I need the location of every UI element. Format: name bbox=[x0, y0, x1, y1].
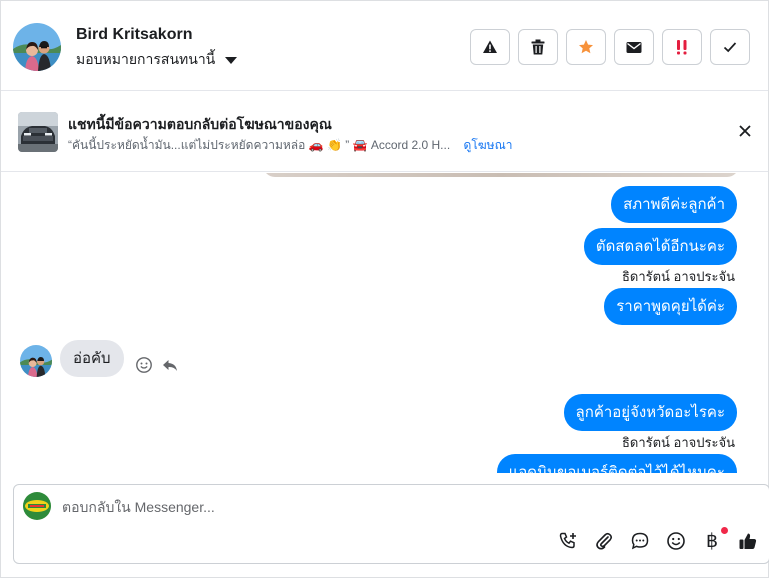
delete-button[interactable] bbox=[518, 29, 558, 65]
header-actions bbox=[470, 29, 750, 65]
outgoing-message[interactable]: สภาพดีค่ะลูกค้า bbox=[611, 186, 737, 223]
assign-label: มอบหมายการสนทนานี้ bbox=[76, 51, 216, 67]
reply-composer: ฿ bbox=[13, 484, 769, 564]
outgoing-message[interactable]: ลูกค้าอยู่จังหวัดอะไรคะ bbox=[563, 394, 737, 431]
ad-snippet-text: “คันนี้ประหยัดน้ำมัน...แต่ไม่ประหยัดความ… bbox=[68, 138, 451, 152]
sender-name: ธิดารัตน์ อาจประจัน bbox=[621, 435, 735, 450]
mark-spam-button[interactable] bbox=[470, 29, 510, 65]
message-tools bbox=[135, 356, 179, 374]
saved-reply-icon[interactable] bbox=[629, 530, 651, 552]
payment-baht-icon[interactable]: ฿ bbox=[701, 527, 728, 552]
outgoing-message[interactable]: ตัดสดลดได้อีกนะคะ bbox=[583, 228, 737, 265]
thumbs-up-icon[interactable] bbox=[737, 530, 759, 552]
mark-done-button[interactable] bbox=[710, 29, 750, 65]
contact-name[interactable]: Bird Kritsakorn bbox=[76, 26, 192, 44]
trash-icon bbox=[531, 39, 545, 55]
follow-up-button[interactable] bbox=[662, 29, 702, 65]
reply-icon[interactable] bbox=[161, 356, 179, 374]
star-icon bbox=[579, 40, 593, 54]
conversation-panel: Bird Kritsakorn มอบหมายการสนทนานี้ แชทนี… bbox=[0, 0, 769, 578]
call-add-icon[interactable] bbox=[557, 530, 579, 552]
close-icon[interactable] bbox=[736, 122, 754, 140]
check-icon bbox=[723, 42, 737, 53]
react-emoji-icon[interactable] bbox=[135, 356, 153, 374]
outgoing-message-partial[interactable]: แอดมินขอเบอร์ติดต่อไว้ได้ไหมคะ bbox=[496, 454, 737, 473]
assign-conversation-dropdown[interactable]: มอบหมายการสนทนานี้ bbox=[76, 49, 238, 71]
contact-avatar[interactable] bbox=[13, 23, 61, 71]
ad-snippet-row: “คันนี้ประหยัดน้ำมัน...แต่ไม่ประหยัดความ… bbox=[68, 136, 512, 155]
star-button[interactable] bbox=[566, 29, 606, 65]
emoji-icon[interactable] bbox=[665, 530, 687, 552]
reply-input[interactable] bbox=[62, 496, 712, 518]
view-ad-link[interactable]: ดูโฆษณา bbox=[464, 138, 513, 152]
caret-down-icon bbox=[225, 56, 238, 64]
warning-icon bbox=[483, 40, 497, 53]
outgoing-message[interactable]: ราคาพูดคุยได้ค่ะ bbox=[604, 288, 737, 325]
incoming-message[interactable]: อ่อคับ bbox=[60, 340, 124, 377]
baht-glyph: ฿ bbox=[705, 530, 719, 552]
message-thread[interactable]: สภาพดีค่ะลูกค้า ตัดสดลดได้อีกนะคะ ธิดารั… bbox=[1, 173, 768, 473]
ad-banner-title: แชทนี้มีข้อความตอบกลับต่อโฆษณาของคุณ bbox=[68, 116, 332, 132]
contact-avatar-small[interactable] bbox=[20, 345, 52, 377]
attachment-icon[interactable] bbox=[593, 530, 615, 552]
sender-name: ธิดารัตน์ อาจประจัน bbox=[621, 269, 735, 284]
composer-toolbar: ฿ bbox=[557, 527, 759, 552]
conversation-header: Bird Kritsakorn มอบหมายการสนทนานี้ bbox=[1, 1, 768, 91]
previous-image-attachment[interactable] bbox=[263, 173, 739, 177]
notification-dot bbox=[721, 527, 728, 534]
page-avatar bbox=[23, 492, 51, 520]
ad-thumbnail[interactable] bbox=[18, 112, 58, 152]
exclamation-icon bbox=[677, 40, 687, 55]
envelope-icon bbox=[626, 41, 642, 53]
move-to-inbox-button[interactable] bbox=[614, 29, 654, 65]
ad-reply-banner: แชทนี้มีข้อความตอบกลับต่อโฆษณาของคุณ “คั… bbox=[1, 92, 768, 172]
